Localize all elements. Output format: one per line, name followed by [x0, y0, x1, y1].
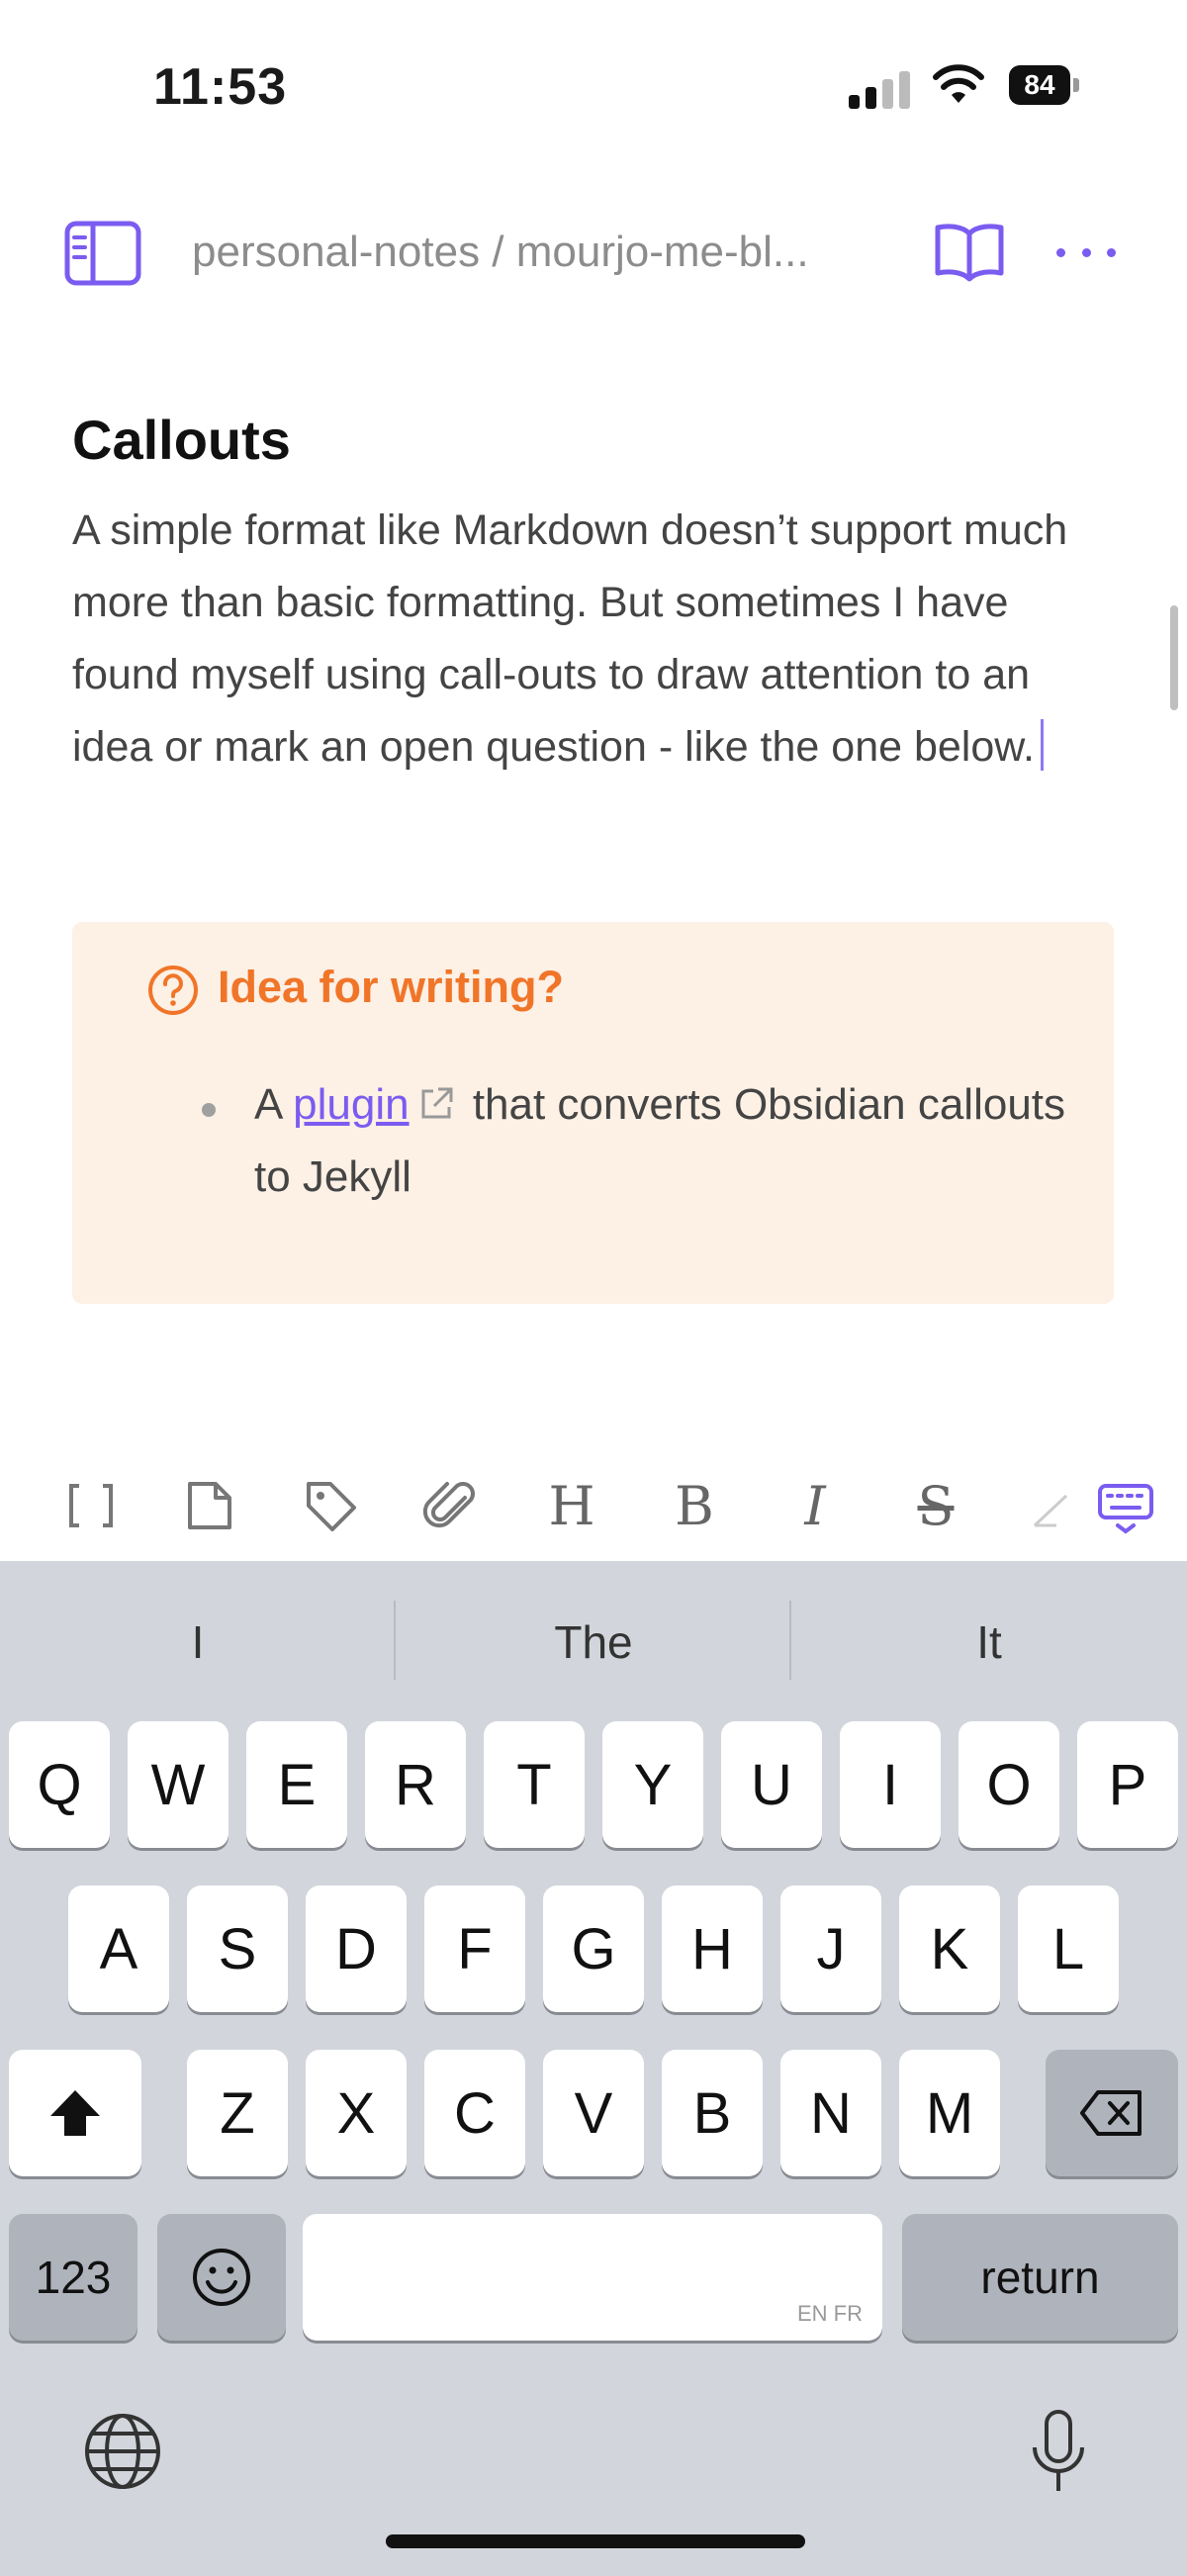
- key-x[interactable]: X: [306, 2050, 407, 2176]
- bold-icon[interactable]: B: [663, 1474, 726, 1537]
- bullet-dot: [202, 1103, 216, 1117]
- key-q[interactable]: Q: [9, 1721, 110, 1848]
- emoji-icon: [193, 2249, 250, 2306]
- cellular-signal-icon: [849, 69, 912, 109]
- space-key[interactable]: EN FR: [303, 2214, 882, 2341]
- key-n[interactable]: N: [780, 2050, 881, 2176]
- suggestion-2[interactable]: The: [445, 1615, 742, 1669]
- paragraph-text: A simple format like Markdown doesn’t su…: [72, 506, 1068, 771]
- strikethrough-icon[interactable]: S: [904, 1474, 967, 1537]
- scrollbar[interactable]: [1170, 605, 1178, 710]
- backspace-icon: [1080, 2090, 1141, 2136]
- note-paragraph[interactable]: A simple format like Markdown doesn’t su…: [72, 495, 1111, 783]
- key-r[interactable]: R: [365, 1721, 466, 1848]
- callout-title: Idea for writing?: [218, 962, 565, 1012]
- keyboard-dismiss-icon[interactable]: [1094, 1474, 1157, 1537]
- file-icon[interactable]: [178, 1474, 241, 1537]
- key-f[interactable]: F: [424, 1886, 525, 2012]
- breadcrumb[interactable]: personal-notes / mourjo-me-bl...: [192, 228, 884, 277]
- key-u[interactable]: U: [721, 1721, 822, 1848]
- key-v[interactable]: V: [543, 2050, 644, 2176]
- key-g[interactable]: G: [543, 1886, 644, 2012]
- backspace-key[interactable]: [1046, 2050, 1178, 2176]
- key-y[interactable]: Y: [602, 1721, 703, 1848]
- battery-icon: 84: [1009, 65, 1082, 105]
- microphone-icon[interactable]: [1029, 2408, 1088, 2495]
- suggestion-3[interactable]: It: [841, 1615, 1138, 1669]
- key-d[interactable]: D: [306, 1886, 407, 2012]
- wifi-icon: [932, 61, 985, 105]
- sidebar-toggle-icon[interactable]: [63, 220, 142, 287]
- reading-view-book-icon[interactable]: [934, 220, 1005, 285]
- key-i[interactable]: I: [840, 1721, 941, 1848]
- highlighter-icon[interactable]: [1019, 1474, 1082, 1537]
- key-o[interactable]: O: [959, 1721, 1059, 1848]
- key-k[interactable]: K: [899, 1886, 1000, 2012]
- shift-arrow-icon: [50, 2090, 100, 2136]
- tag-icon[interactable]: [299, 1474, 362, 1537]
- key-h[interactable]: H: [662, 1886, 763, 2012]
- question-circle-icon: [146, 964, 200, 1017]
- brackets-icon[interactable]: [59, 1474, 123, 1537]
- key-l[interactable]: L: [1018, 1886, 1119, 2012]
- home-indicator[interactable]: [386, 2534, 805, 2548]
- text-cursor: [1040, 719, 1044, 771]
- key-z[interactable]: Z: [187, 2050, 288, 2176]
- key-a[interactable]: A: [68, 1886, 169, 2012]
- return-key[interactable]: return: [902, 2214, 1178, 2341]
- globe-icon[interactable]: [83, 2412, 162, 2491]
- bullet-prefix: A: [254, 1080, 294, 1129]
- onscreen-keyboard: I The It Q W E R T Y U I O P A S D F G H…: [0, 1561, 1187, 2576]
- more-options-icon[interactable]: [1056, 237, 1116, 267]
- space-language-label: EN FR: [797, 2301, 863, 2326]
- paperclip-icon[interactable]: [419, 1474, 483, 1537]
- plugin-link[interactable]: plugin: [293, 1080, 409, 1129]
- battery-level: 84: [1009, 65, 1070, 105]
- callout-bullet: A plugin that converts Obsidian callouts…: [254, 1068, 1085, 1213]
- note-heading: Callouts: [72, 409, 291, 471]
- shift-key[interactable]: [9, 2050, 141, 2176]
- italic-icon[interactable]: I: [783, 1474, 847, 1537]
- key-s[interactable]: S: [187, 1886, 288, 2012]
- heading-icon[interactable]: H: [540, 1474, 603, 1537]
- suggestion-1[interactable]: I: [49, 1615, 346, 1669]
- status-time: 11:53: [153, 58, 288, 116]
- key-p[interactable]: P: [1077, 1721, 1178, 1848]
- key-c[interactable]: C: [424, 2050, 525, 2176]
- callout-block[interactable]: Idea for writing? A plugin that converts…: [72, 922, 1114, 1304]
- key-m[interactable]: M: [899, 2050, 1000, 2176]
- key-b[interactable]: B: [662, 2050, 763, 2176]
- key-e[interactable]: E: [246, 1721, 347, 1848]
- key-j[interactable]: J: [780, 1886, 881, 2012]
- key-w[interactable]: W: [128, 1721, 228, 1848]
- key-t[interactable]: T: [484, 1721, 585, 1848]
- numbers-key[interactable]: 123: [9, 2214, 137, 2341]
- formatting-toolbar: H B I S: [0, 1444, 1187, 1561]
- external-link-icon: [417, 1072, 455, 1119]
- emoji-key[interactable]: [157, 2214, 286, 2341]
